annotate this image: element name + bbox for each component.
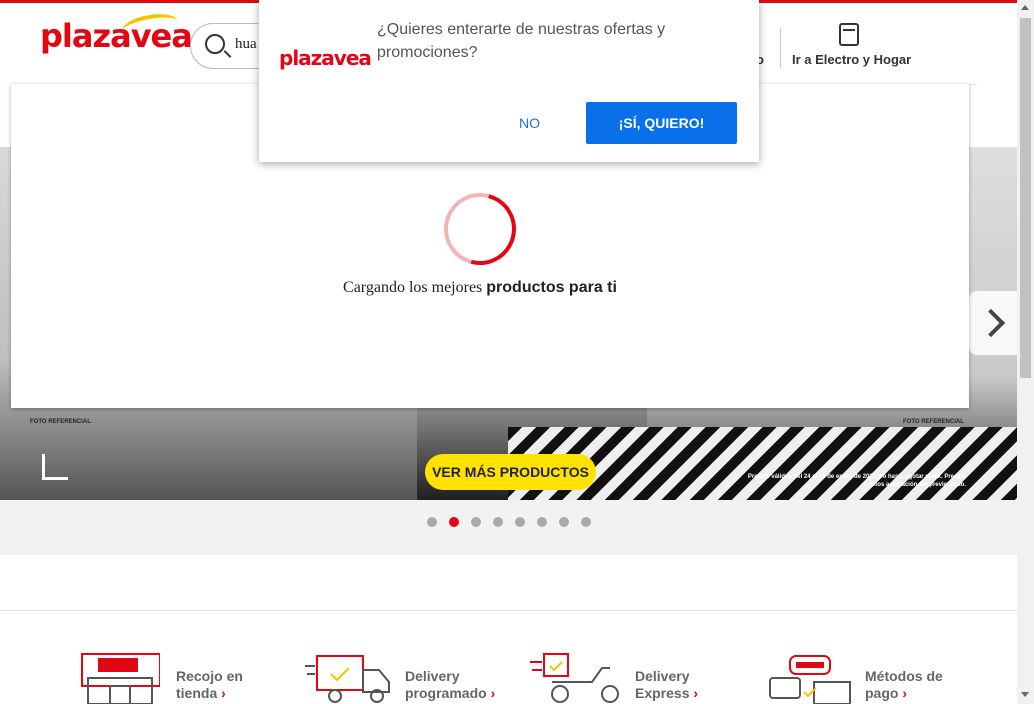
decline-button[interactable]: NO [505, 102, 554, 144]
popup-message: ¿Quieres enterarte de nuestras ofertas y… [377, 21, 666, 61]
foto-referencial-label: FOTO REFERENCIAL [903, 419, 964, 425]
service-label: Delivery Express › [635, 668, 699, 701]
banner-legal-text: Precios válidos del 24 al 29 de enero de… [747, 474, 966, 488]
scrollbar-thumb[interactable] [1020, 18, 1031, 378]
service-recojo-tienda[interactable]: Recojo en tienda › [80, 652, 260, 704]
chevron-right-icon: › [490, 685, 496, 701]
scroll-down-arrow-icon[interactable] [1021, 692, 1029, 697]
ver-mas-productos-button[interactable]: VER MÁS PRODUCTOS [425, 454, 596, 490]
service-label: Delivery programado › [405, 668, 496, 701]
carousel-dot[interactable] [493, 517, 503, 527]
loading-message: Cargando los mejores productos para ti [343, 279, 617, 296]
push-notification-popup: plazavea ¿Quieres enterarte de nuestras … [259, 0, 759, 162]
section-divider [0, 610, 1017, 611]
popup-plazavea-logo: plazavea [279, 46, 372, 70]
foto-referencial-label: FOTO REFERENCIAL [30, 419, 91, 425]
service-delivery-programado[interactable]: Delivery programado › [305, 652, 515, 704]
plazavea-logo[interactable]: plazavea [40, 10, 193, 55]
chevron-right-icon: › [902, 685, 908, 701]
carousel-dots [0, 500, 1017, 555]
chevron-right-icon: › [693, 685, 699, 701]
carousel-dot[interactable] [427, 517, 437, 527]
delivery-truck-icon [305, 655, 390, 703]
carousel-dot[interactable] [559, 517, 569, 527]
corner-mark-icon [42, 454, 68, 480]
scroll-up-arrow-icon[interactable] [1021, 5, 1029, 10]
vertical-scrollbar[interactable] [1017, 0, 1034, 704]
header-divider [780, 28, 781, 68]
payment-methods-icon [769, 655, 851, 704]
carousel-dot[interactable] [471, 517, 481, 527]
accept-button[interactable]: ¡SÍ, QUIERO! [586, 102, 737, 144]
carousel-dot-active[interactable] [449, 517, 459, 527]
chevron-right-icon: › [221, 685, 226, 701]
carousel-dot[interactable] [515, 517, 525, 527]
store-pickup-icon [81, 653, 160, 704]
carousel-dot[interactable] [581, 517, 591, 527]
service-delivery-express[interactable]: Delivery Express › [530, 652, 720, 704]
carousel-next-arrow-icon[interactable] [969, 291, 1017, 355]
service-label: Recojo en tienda › [176, 668, 243, 701]
search-icon[interactable] [205, 34, 225, 54]
appliance-icon[interactable] [839, 23, 859, 46]
carousel-dot[interactable] [537, 517, 547, 527]
loading-spinner-icon [430, 179, 530, 279]
service-metodos-pago[interactable]: Métodos de pago › [768, 652, 968, 704]
service-label: Métodos de pago › [865, 668, 943, 701]
delivery-scooter-icon [530, 653, 619, 703]
electro-hogar-link[interactable]: Ir a Electro y Hogar [792, 52, 911, 67]
